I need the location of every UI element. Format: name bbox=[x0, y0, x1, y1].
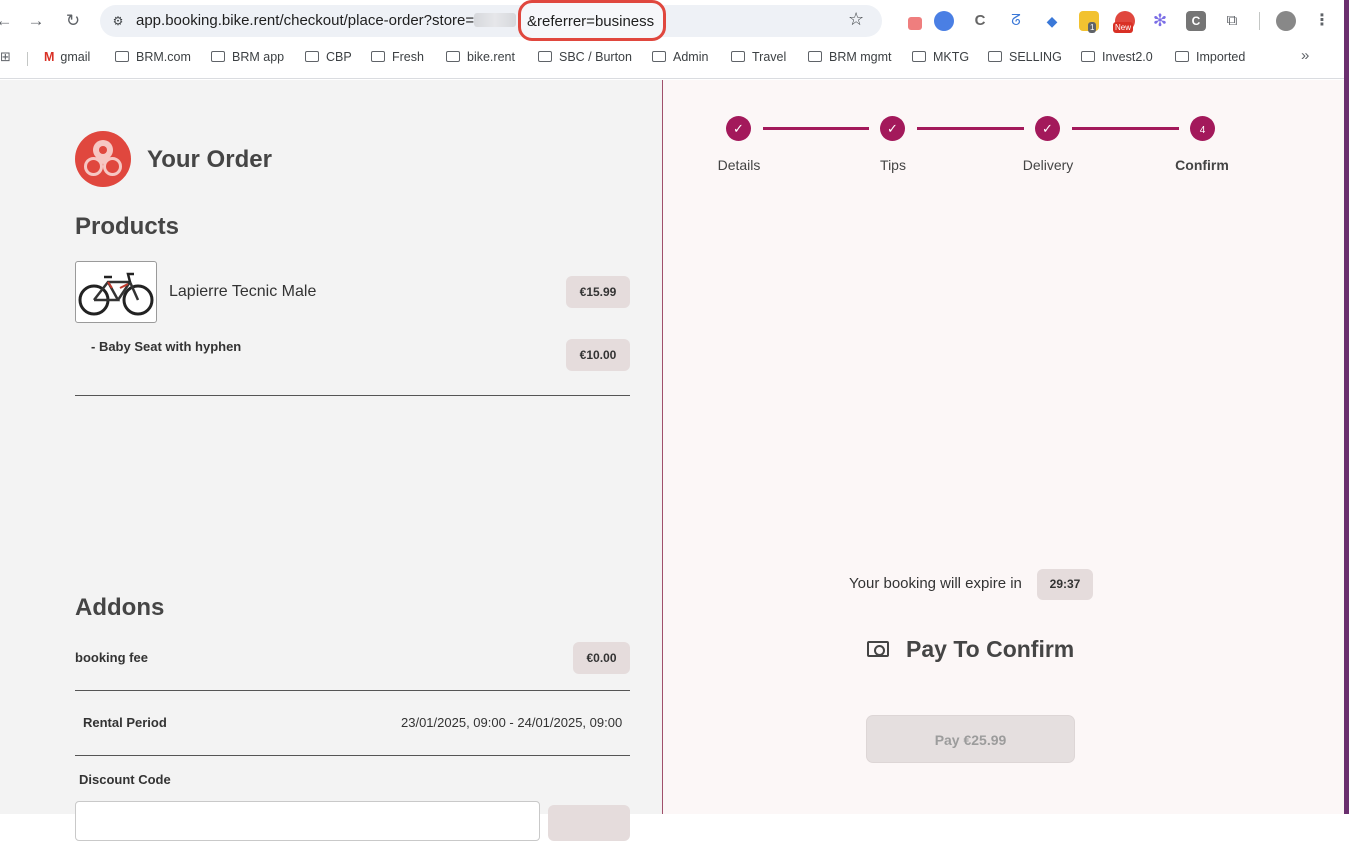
addons-divider bbox=[75, 690, 630, 691]
addon-item-label: - Baby Seat with hyphen bbox=[91, 339, 242, 354]
stepper-connector bbox=[1072, 127, 1179, 130]
bicycle-icon bbox=[78, 272, 154, 316]
booking-timer: 29:37 bbox=[1037, 569, 1093, 600]
redacted-store-id bbox=[474, 13, 517, 27]
bookmark-invest[interactable]: Invest2.0 bbox=[1081, 50, 1153, 64]
bookmark-admin[interactable]: Admin bbox=[652, 50, 708, 64]
extension-grid-icon[interactable]: 1 bbox=[1079, 11, 1099, 33]
pay-button[interactable]: Pay €25.99 bbox=[866, 715, 1075, 763]
forward-icon[interactable]: → bbox=[24, 10, 48, 32]
product-image bbox=[75, 261, 157, 323]
extension-flower-icon[interactable]: ✻ bbox=[1150, 11, 1170, 31]
apps-grid-icon[interactable]: ⊞ bbox=[0, 49, 11, 65]
order-summary-panel: Your Order Products Lapierre Tecnic Male… bbox=[0, 80, 662, 841]
folder-icon bbox=[211, 51, 225, 62]
folder-icon bbox=[1175, 51, 1189, 62]
step-tips-check-icon[interactable]: ✓ bbox=[880, 116, 905, 141]
step-tips-label[interactable]: Tips bbox=[848, 157, 938, 173]
folder-icon bbox=[371, 51, 385, 62]
browser-menu-icon[interactable]: ⋮ bbox=[1312, 11, 1332, 31]
extension-c-icon[interactable]: C bbox=[970, 11, 990, 31]
discount-code-input[interactable] bbox=[75, 801, 540, 841]
checkout-panel: ✓ ✓ ✓ 4 Details Tips Delivery Confirm Yo… bbox=[663, 80, 1344, 814]
step-details-check-icon[interactable]: ✓ bbox=[726, 116, 751, 141]
step-confirm-label[interactable]: Confirm bbox=[1157, 157, 1247, 173]
bookmark-gmail[interactable]: Mgmail bbox=[44, 50, 90, 64]
booking-fee-label: booking fee bbox=[75, 650, 148, 665]
bookmark-brm-app[interactable]: BRM app bbox=[211, 50, 284, 64]
url-referrer-highlight: &referrer=business bbox=[518, 0, 666, 41]
pay-to-confirm-heading: Pay To Confirm bbox=[906, 636, 1075, 662]
toolbar-separator bbox=[1259, 12, 1260, 30]
more-bookmarks-icon[interactable]: » bbox=[1301, 47, 1309, 64]
extension-new-icon[interactable]: New bbox=[1113, 11, 1135, 33]
brand-logo bbox=[75, 131, 131, 187]
extension-badge-count: 1 bbox=[1088, 22, 1097, 33]
folder-icon bbox=[988, 51, 1002, 62]
back-icon[interactable]: ← bbox=[0, 10, 16, 32]
folder-icon bbox=[538, 51, 552, 62]
folder-icon bbox=[305, 51, 319, 62]
extension-pie-icon[interactable] bbox=[934, 11, 954, 31]
addon-item-price: €10.00 bbox=[566, 339, 630, 371]
bookmark-travel[interactable]: Travel bbox=[731, 50, 786, 64]
folder-icon bbox=[912, 51, 926, 62]
step-confirm-number[interactable]: 4 bbox=[1190, 116, 1215, 141]
url-text: app.booking.bike.rent/checkout/place-ord… bbox=[136, 12, 517, 29]
window-edge bbox=[1344, 0, 1349, 814]
step-delivery-check-icon[interactable]: ✓ bbox=[1035, 116, 1060, 141]
cash-icon bbox=[867, 641, 889, 657]
stepper-connector bbox=[917, 127, 1024, 130]
site-info-icon[interactable]: ⚙ bbox=[110, 13, 126, 29]
folder-icon bbox=[652, 51, 666, 62]
step-delivery-label[interactable]: Delivery bbox=[1003, 157, 1093, 173]
gmail-icon: M bbox=[44, 50, 55, 64]
extension-paint-icon[interactable] bbox=[903, 11, 923, 31]
folder-icon bbox=[115, 51, 129, 62]
extension-c-box-icon[interactable]: C bbox=[1186, 11, 1206, 31]
extensions-puzzle-icon[interactable]: ⧉ bbox=[1222, 11, 1242, 31]
stepper-connector bbox=[763, 127, 869, 130]
folder-icon bbox=[808, 51, 822, 62]
folder-icon bbox=[446, 51, 460, 62]
rental-period-value: 23/01/2025, 09:00 - 24/01/2025, 09:00 bbox=[401, 715, 623, 730]
product-price: €15.99 bbox=[566, 276, 630, 308]
bookmarks-separator bbox=[27, 52, 28, 66]
extension-badge-new: New bbox=[1113, 22, 1134, 33]
bookmark-brm-com[interactable]: BRM.com bbox=[115, 50, 191, 64]
reload-icon[interactable]: ↻ bbox=[61, 10, 85, 32]
rental-divider bbox=[75, 755, 630, 756]
browser-chrome: ← → ↻ ⚙ app.booking.bike.rent/checkout/p… bbox=[0, 0, 1349, 79]
profile-avatar[interactable] bbox=[1276, 11, 1296, 31]
products-heading: Products bbox=[75, 213, 180, 240]
booking-fee-price: €0.00 bbox=[573, 642, 630, 674]
bookmark-brm-mgmt[interactable]: BRM mgmt bbox=[808, 50, 892, 64]
bookmark-star-icon[interactable]: ☆ bbox=[848, 9, 864, 30]
extension-z-icon[interactable]: ᘔ bbox=[1006, 11, 1026, 31]
page-title: Your Order bbox=[147, 146, 272, 173]
bookmark-imported[interactable]: Imported bbox=[1175, 50, 1245, 64]
folder-icon bbox=[731, 51, 745, 62]
bookmark-bike-rent[interactable]: bike.rent bbox=[446, 50, 515, 64]
booking-expire-text: Your booking will expire in bbox=[849, 575, 1022, 592]
bookmark-selling[interactable]: SELLING bbox=[988, 50, 1062, 64]
apply-discount-button[interactable] bbox=[548, 805, 630, 841]
products-divider bbox=[75, 395, 630, 396]
extension-tag-icon[interactable]: ◆ bbox=[1042, 11, 1062, 31]
rental-period-label: Rental Period bbox=[83, 715, 167, 730]
address-bar[interactable]: ⚙ app.booking.bike.rent/checkout/place-o… bbox=[100, 5, 882, 37]
bookmark-sbc-burton[interactable]: SBC / Burton bbox=[538, 50, 632, 64]
bookmarks-bar: ⊞ Mgmail BRM.com BRM app CBP Fresh bike.… bbox=[0, 47, 1349, 69]
folder-icon bbox=[1081, 51, 1095, 62]
bookmark-mktg[interactable]: MKTG bbox=[912, 50, 969, 64]
discount-code-label: Discount Code bbox=[79, 772, 171, 787]
step-details-label[interactable]: Details bbox=[694, 157, 784, 173]
addons-heading: Addons bbox=[75, 594, 165, 621]
product-name: Lapierre Tecnic Male bbox=[169, 283, 317, 300]
bookmark-fresh[interactable]: Fresh bbox=[371, 50, 424, 64]
bookmark-cbp[interactable]: CBP bbox=[305, 50, 352, 64]
